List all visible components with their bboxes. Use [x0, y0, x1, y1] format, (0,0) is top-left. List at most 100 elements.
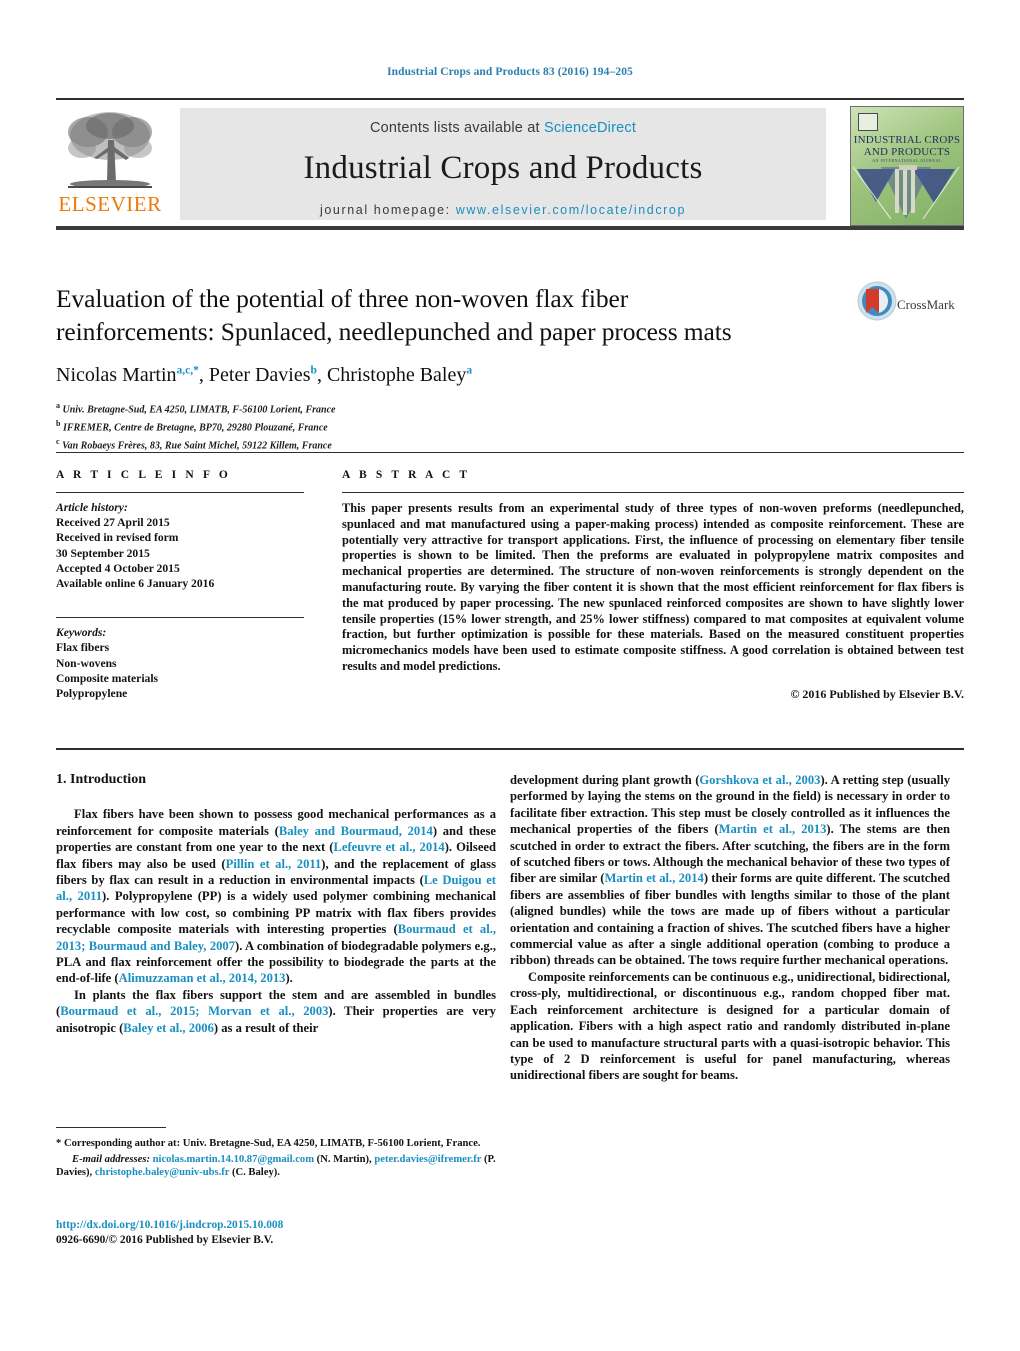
doi-link[interactable]: http://dx.doi.org/10.1016/j.indcrop.2015… [56, 1218, 496, 1233]
body-left-column: 1. Introduction Flax fibers have been sh… [56, 772, 496, 1036]
abstract-rule [342, 492, 964, 493]
affiliation-marker: a [56, 401, 60, 410]
citation-link[interactable]: Baley and Bourmaud, 2014 [279, 824, 433, 838]
article-info-rule [56, 492, 304, 493]
author-affil-marker: a [466, 364, 473, 377]
article-history-block: Article history: Received 27 April 2015 … [56, 500, 304, 591]
citation-link[interactable]: Baley et al., 2006 [123, 1021, 214, 1035]
citation-link[interactable]: Alimuzzaman et al., 2014, 2013 [119, 971, 286, 985]
history-item: Received in revised form [56, 531, 179, 545]
page-title: Evaluation of the potential of three non… [56, 282, 846, 348]
email-person: (C. Baley). [229, 1167, 280, 1179]
running-head: Industrial Crops and Products 83 (2016) … [387, 66, 633, 78]
body-paragraph: Flax fibers have been shown to possess g… [56, 806, 496, 986]
citation-link[interactable]: Martin et al., 2013 [719, 822, 827, 836]
keyword-item: Flax fibers [56, 641, 110, 655]
elsevier-logo: ELSEVIER [58, 106, 162, 222]
article-history-label: Article history: [56, 501, 128, 514]
title-line-1: Evaluation of the potential of three non… [56, 284, 629, 313]
footnote-block: * Corresponding author at: Univ. Bretagn… [56, 1127, 496, 1180]
author-name: Peter Davies [208, 364, 311, 386]
journal-homepage-line: journal homepage: www.elsevier.com/locat… [180, 203, 826, 217]
corresponding-author-note: * Corresponding author at: Univ. Bretagn… [56, 1138, 481, 1149]
citation-link[interactable]: Pillin et al., 2011 [226, 857, 322, 871]
journal-title: Industrial Crops and Products [303, 150, 703, 186]
homepage-url-link[interactable]: www.elsevier.com/locate/indcrop [456, 203, 686, 217]
body-text-run: development during plant growth ( [510, 773, 700, 787]
journal-cover-image: INDUSTRIAL CROPS AND PRODUCTS AN INTERNA… [850, 106, 964, 226]
abstract-heading: A B S T R A C T [342, 469, 471, 481]
affiliation-item: b IFREMER, Centre de Bretagne, BP70, 292… [56, 417, 846, 435]
body-paragraph: In plants the flax fibers support the st… [56, 987, 496, 1036]
journal-masthead: ELSEVIER Contents lists available at Sci… [56, 98, 964, 230]
crossmark-icon[interactable] [857, 281, 897, 321]
email-person: (N. Martin), [314, 1153, 372, 1165]
sciencedirect-link[interactable]: ScienceDirect [544, 120, 636, 136]
affiliation-text: Van Robaeys Frères, 83, Rue Saint Michel… [62, 439, 332, 451]
affiliation-item: c Van Robaeys Frères, 83, Rue Saint Mich… [56, 435, 846, 453]
keyword-item: Polypropylene [56, 687, 128, 701]
citation-link[interactable]: Lefeuvre et al., 2014 [334, 840, 445, 854]
body-right-column: development during plant growth (Gorshko… [510, 772, 950, 1084]
contents-prefix: Contents lists available at [369, 120, 544, 136]
citation-link[interactable]: Bourmaud et al., 2015; Morvan et al., 20… [60, 1004, 328, 1018]
keyword-item: Non-wovens [56, 656, 117, 670]
title-line-2: reinforcements: Spunlaced, needlepunched… [56, 317, 732, 346]
abstract-column: A B S T R A C T This paper presents resu… [342, 469, 964, 702]
citation-link[interactable]: Martin et al., 2014 [604, 871, 703, 885]
email-link[interactable]: christophe.baley@univ-ubs.fr [95, 1167, 229, 1178]
body-text-run: ) as a result of their [213, 1020, 319, 1035]
article-info-heading: A R T I C L E I N F O [56, 469, 231, 481]
citation-link[interactable]: Gorshkova et al., 2003 [699, 773, 820, 787]
elsevier-tree-icon [68, 112, 152, 188]
homepage-prefix: journal homepage: [319, 203, 456, 217]
affiliation-list: a Univ. Bretagne-Sud, EA 4250, LIMATB, F… [56, 399, 846, 452]
masthead-bottom-rule [56, 226, 964, 230]
issn-copyright-line: 0926-6690/© 2016 Published by Elsevier B… [56, 1234, 274, 1246]
keywords-label: Keywords: [56, 626, 107, 640]
abstract-copyright: © 2016 Published by Elsevier B.V. [790, 686, 964, 701]
section-heading-introduction: 1. Introduction [56, 772, 146, 787]
keywords-block: Keywords: Flax fibers Non-wovens Composi… [56, 617, 304, 701]
author-affil-marker: a,c,* [176, 364, 199, 377]
crossmark-label: CrossMark [897, 297, 955, 312]
body-top-rule [56, 748, 964, 750]
keyword-item: Composite materials [56, 671, 159, 685]
body-text-run: ). [285, 971, 293, 986]
cover-title: INDUSTRIAL CROPS AND PRODUCTS [851, 134, 963, 158]
body-paragraph: development during plant growth (Gorshko… [510, 772, 950, 969]
email-addresses-note: E-mail addresses: nicolas.martin.14.10.8… [56, 1153, 496, 1180]
info-section-top-rule [56, 452, 964, 453]
affiliation-text: IFREMER, Centre de Bretagne, BP70, 29280… [62, 422, 328, 434]
journal-article-page: Industrial Crops and Products 83 (2016) … [0, 0, 1020, 1351]
body-text-run: ) their forms are quite different. The s… [510, 871, 950, 968]
doi-block: http://dx.doi.org/10.1016/j.indcrop.2015… [56, 1218, 496, 1248]
email-link[interactable]: peter.davies@ifremer.fr [374, 1154, 481, 1165]
contents-line: Contents lists available at ScienceDirec… [180, 108, 826, 136]
footnote-rule [56, 1127, 166, 1128]
masthead-banner: Contents lists available at ScienceDirec… [180, 108, 826, 220]
affiliation-item: a Univ. Bretagne-Sud, EA 4250, LIMATB, F… [56, 399, 846, 417]
author-affil-marker: b [310, 364, 317, 377]
history-item: Received 27 April 2015 [56, 516, 170, 530]
author-list: Nicolas Martina,c,*, Peter Daviesb, Chri… [56, 364, 473, 386]
history-item: Accepted 4 October 2015 [56, 561, 180, 575]
affiliation-marker: b [56, 418, 61, 428]
history-item: 30 September 2015 [56, 546, 150, 560]
author-name: Nicolas Martin [56, 364, 177, 386]
email-link[interactable]: nicolas.martin.14.10.87@gmail.com [153, 1154, 314, 1165]
author-name: Christophe Baley [326, 364, 467, 386]
email-label: E-mail addresses: [72, 1153, 150, 1165]
history-item: Available online 6 January 2016 [56, 577, 215, 591]
body-paragraph: Composite reinforcements can be continuo… [510, 969, 950, 1084]
article-info-column: A R T I C L E I N F O Article history: R… [56, 469, 304, 701]
affiliation-marker: c [56, 436, 60, 446]
elsevier-wordmark: ELSEVIER [58, 192, 162, 216]
abstract-text: This paper presents results from an expe… [342, 501, 964, 673]
masthead-top-rule [56, 98, 964, 100]
crossmark-badge[interactable]: CrossMark [857, 281, 967, 333]
affiliation-text: Univ. Bretagne-Sud, EA 4250, LIMATB, F-5… [62, 404, 336, 416]
cover-subtitle: AN INTERNATIONAL JOURNAL [872, 158, 942, 163]
cover-title-line1: INDUSTRIAL CROPS [853, 134, 961, 146]
title-block: Evaluation of the potential of three non… [56, 282, 846, 452]
